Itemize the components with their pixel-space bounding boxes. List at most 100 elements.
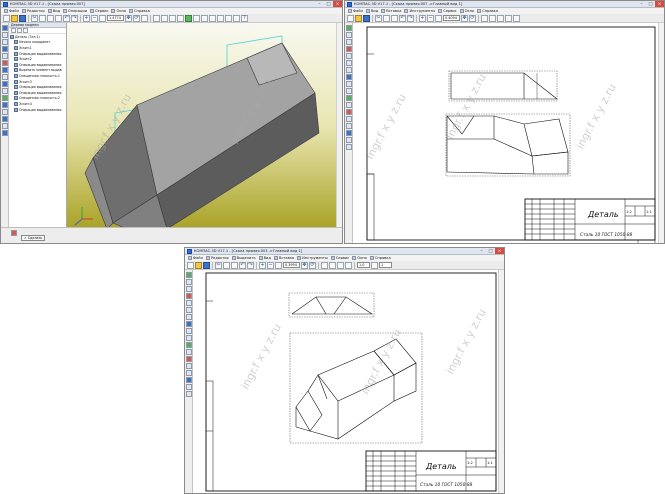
fragment-tool-icon[interactable] <box>345 123 352 129</box>
open-folder-icon[interactable] <box>11 14 18 22</box>
minimize-button[interactable]: – <box>477 248 486 254</box>
text-tool-icon[interactable] <box>185 356 192 362</box>
zoom-window-icon[interactable] <box>275 261 282 269</box>
tree-item[interactable]: Операция выдавливания: <box>10 62 66 68</box>
new-file-icon[interactable] <box>187 261 194 269</box>
geometry-tool-icon[interactable] <box>185 272 192 278</box>
edit-tool-icon[interactable] <box>345 46 352 52</box>
measure-tool-icon[interactable] <box>345 60 352 66</box>
titlebar[interactable]: КОМПАС-3D V17.1 - [Скала прямая.007 ->Гл… <box>345 1 664 8</box>
cut-icon[interactable]: ✂ <box>31 14 38 22</box>
designation-tool-icon[interactable] <box>345 39 352 45</box>
hatch-tool-icon[interactable] <box>185 363 192 369</box>
zoom-window-icon[interactable] <box>99 14 106 22</box>
help-tool-icon[interactable]: ? <box>241 14 248 22</box>
redo-icon[interactable]: ↷ <box>247 261 254 269</box>
pan-icon[interactable]: ✥ <box>125 14 132 22</box>
menu-window[interactable]: Окно <box>459 9 474 13</box>
snap-icon[interactable] <box>225 14 232 22</box>
pan-icon[interactable]: ✥ <box>461 14 468 22</box>
insert-tool-icon[interactable] <box>345 95 352 101</box>
menu-file[interactable]: Файл <box>4 9 19 13</box>
layer-combobox[interactable]: 1 <box>379 262 392 268</box>
minimize-button[interactable]: – <box>637 1 646 7</box>
dimension-tool-icon[interactable] <box>345 32 352 38</box>
copy-icon[interactable] <box>223 261 230 269</box>
undo-icon[interactable]: ↶ <box>399 14 406 22</box>
snap-icon[interactable] <box>489 14 496 22</box>
drawing-area[interactable]: Деталь Сталь 10 ГОСТ 1050-88 1:2 1:1 <box>354 24 659 243</box>
zoom-window-icon[interactable] <box>435 14 442 22</box>
sheet-tool-icon[interactable] <box>1 88 8 94</box>
axis-tool-icon[interactable] <box>1 74 8 80</box>
designation-tool-icon[interactable] <box>185 286 192 292</box>
views-tool-icon[interactable] <box>345 74 352 80</box>
spec-tool-icon[interactable] <box>345 81 352 87</box>
open-folder-icon[interactable] <box>195 261 202 269</box>
zoom-out-icon[interactable]: − <box>267 261 274 269</box>
fillet-tool-icon[interactable] <box>1 53 8 59</box>
edit-tool-icon[interactable] <box>1 123 8 129</box>
surface-tool-icon[interactable] <box>1 81 8 87</box>
copy-icon[interactable] <box>39 14 46 22</box>
refresh-icon[interactable]: ⟳ <box>309 261 316 269</box>
maximize-button[interactable]: □ <box>646 1 655 7</box>
filter-icon[interactable] <box>217 14 224 22</box>
undo-icon[interactable]: ↶ <box>63 14 70 22</box>
select-tool-icon[interactable] <box>185 314 192 320</box>
zoom-out-icon[interactable]: − <box>427 14 434 22</box>
macro-tool-icon[interactable] <box>185 384 192 390</box>
tree-filter-icon[interactable] <box>17 28 22 33</box>
vertical-scrollbar[interactable] <box>498 270 504 493</box>
menu-service[interactable]: Сервис <box>330 256 349 260</box>
tree-item[interactable]: Операция выдавливания: <box>10 107 66 113</box>
open-folder-icon[interactable] <box>355 14 362 22</box>
stop-icon[interactable] <box>11 230 17 236</box>
orientation-icon[interactable] <box>141 14 148 22</box>
vertical-scrollbar[interactable] <box>336 23 342 227</box>
macro-tool-icon[interactable] <box>345 137 352 143</box>
settings-icon[interactable] <box>201 14 208 22</box>
redo-icon[interactable]: ↷ <box>71 14 78 22</box>
save-icon[interactable] <box>363 14 370 22</box>
layers-icon[interactable] <box>321 261 328 269</box>
minimize-button[interactable]: – <box>315 1 324 7</box>
param-tool-icon[interactable] <box>345 53 352 59</box>
wireframe-icon[interactable] <box>161 14 168 22</box>
cut-icon[interactable]: ✂ <box>375 14 382 22</box>
menu-insert[interactable]: Вставка <box>273 256 294 260</box>
menu-file[interactable]: Файл <box>348 9 363 13</box>
new-file-icon[interactable] <box>347 14 354 22</box>
tree-mode-icon[interactable] <box>11 28 16 33</box>
edit-tool-icon[interactable] <box>185 293 192 299</box>
tree-item[interactable]: Смещенная плоскость:2 <box>10 96 66 102</box>
library-tool-icon[interactable] <box>345 130 352 136</box>
rotate-icon[interactable]: ⟳ <box>133 14 140 22</box>
misc-tool-icon[interactable] <box>185 391 192 397</box>
layers-icon[interactable] <box>481 14 488 22</box>
save-icon[interactable] <box>203 261 210 269</box>
copy-icon[interactable] <box>383 14 390 22</box>
library-icon[interactable] <box>233 14 240 22</box>
menu-view[interactable]: Вид <box>258 256 271 260</box>
geometry-tool-icon[interactable] <box>1 25 8 31</box>
maximize-button[interactable]: □ <box>486 248 495 254</box>
grid-icon[interactable] <box>497 14 504 22</box>
titlebar[interactable]: КОМПАС-3D V17.1 - [Скала прямая.007] – □… <box>1 1 342 8</box>
menu-service[interactable]: Сервис <box>438 9 457 13</box>
snap-icon[interactable] <box>329 261 336 269</box>
zoom-combobox[interactable]: 0.4094 <box>443 15 460 21</box>
paste-icon[interactable] <box>231 261 238 269</box>
text-tool-icon[interactable] <box>345 109 352 115</box>
titlebar[interactable]: КОМПАС-3D V17.1 - [Скала прямая.003 ->Гл… <box>185 248 504 255</box>
pan-icon[interactable]: ✥ <box>301 261 308 269</box>
hatch-tool-icon[interactable] <box>345 116 352 122</box>
layers-icon[interactable] <box>193 14 200 22</box>
table-tool-icon[interactable] <box>345 102 352 108</box>
views-tool-icon[interactable] <box>185 321 192 327</box>
drawing-area[interactable]: Деталь Сталь 10 ГОСТ 1050-88 1:2 1:1 <box>194 271 499 493</box>
menu-select[interactable]: Выделить <box>231 256 256 260</box>
measure-tool-icon[interactable] <box>1 95 8 101</box>
paste-icon[interactable] <box>47 14 54 22</box>
fragment-tool-icon[interactable] <box>185 370 192 376</box>
